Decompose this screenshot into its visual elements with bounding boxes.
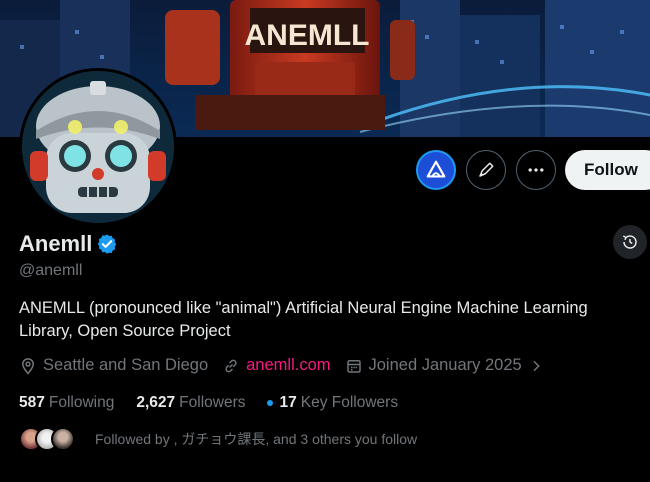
- more-options-button[interactable]: [516, 150, 556, 190]
- key-followers-dot: [267, 400, 274, 406]
- follow-stats: 587 Following 2,627 Followers 17 Key Fol…: [19, 394, 420, 412]
- follow-label: Follow: [584, 160, 638, 179]
- followers-count: 2,627: [136, 394, 176, 411]
- grok-icon: [426, 160, 446, 178]
- joined[interactable]: Joined January 2025: [345, 356, 544, 375]
- display-name: Anemll: [19, 231, 93, 256]
- pen-icon: [479, 162, 494, 177]
- following-count: 587: [19, 394, 45, 411]
- followed-by-avatars: [19, 427, 75, 451]
- svg-text:ANEMLL: ANEMLL: [245, 19, 370, 52]
- link-icon: [225, 359, 237, 372]
- mini-avatar: [51, 427, 75, 451]
- handle: @anemll: [19, 262, 83, 279]
- bio: ANEMLL (pronounced like "animal") Artifi…: [19, 299, 588, 340]
- followed-by[interactable]: Followed by , ガチョウ課長, and 3 others you f…: [19, 427, 417, 451]
- chevron-right-icon: [533, 360, 540, 371]
- followers-label: Followers: [179, 394, 246, 411]
- followed-by-text: Followed by , ガチョウ課長, and 3 others you f…: [95, 431, 418, 447]
- grok-button[interactable]: [416, 150, 456, 190]
- history-icon: [622, 235, 637, 249]
- key-followers-stat[interactable]: 17 Key Followers: [267, 394, 398, 412]
- name-row: Anemll: [19, 231, 118, 257]
- history-button[interactable]: [613, 225, 647, 259]
- follow-button[interactable]: Follow: [565, 150, 650, 190]
- website-link[interactable]: anemll.com: [246, 356, 330, 375]
- location-icon: [21, 357, 35, 375]
- profile-meta: Seattle and San Diego anemll.com Joined …: [19, 356, 558, 375]
- edit-pen-button[interactable]: [466, 150, 506, 190]
- calendar-icon: [346, 359, 361, 373]
- joined-text: Joined January 2025: [368, 356, 522, 374]
- verified-icon[interactable]: [96, 233, 118, 255]
- key-followers-label: Key Followers: [300, 394, 399, 411]
- followers-stat[interactable]: 2,627 Followers: [136, 394, 245, 412]
- following-stat[interactable]: 587 Following: [19, 394, 114, 412]
- more-icon: [528, 168, 544, 172]
- avatar[interactable]: [19, 68, 177, 226]
- key-followers-count: 17: [279, 394, 297, 411]
- location: Seattle and San Diego: [19, 356, 208, 375]
- following-label: Following: [48, 394, 115, 411]
- location-text: Seattle and San Diego: [43, 356, 209, 374]
- website: anemll.com: [222, 356, 331, 375]
